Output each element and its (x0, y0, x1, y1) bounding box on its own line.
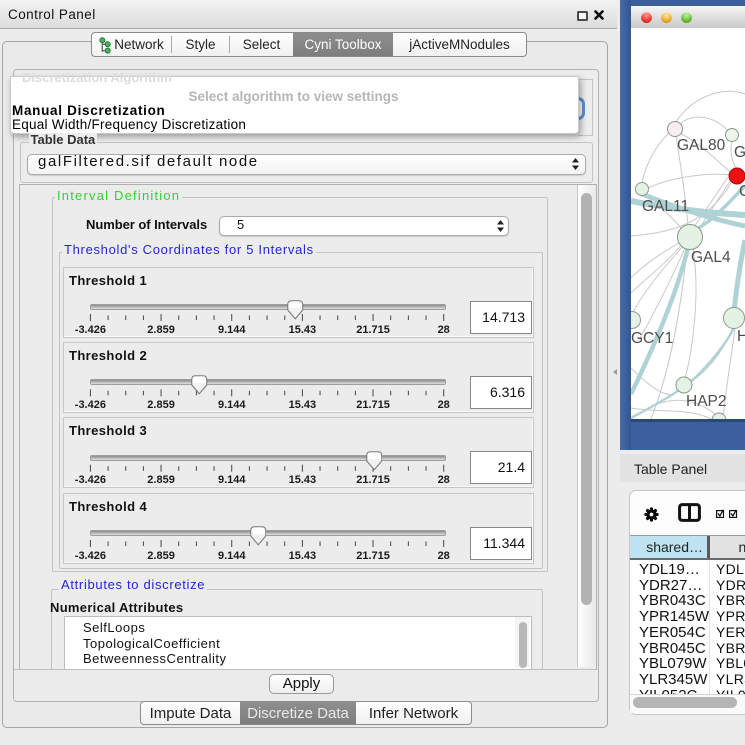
svg-text:GCY1: GCY1 (631, 330, 673, 347)
svg-text:GAL4: GAL4 (691, 249, 731, 266)
svg-text:GAL80: GAL80 (677, 137, 726, 154)
svg-text:G.: G. (734, 144, 745, 161)
svg-text:H: H (737, 328, 745, 345)
svg-text:GAL11: GAL11 (642, 198, 689, 215)
svg-text:HAP2: HAP2 (686, 393, 727, 410)
svg-text:C: C (739, 183, 745, 200)
